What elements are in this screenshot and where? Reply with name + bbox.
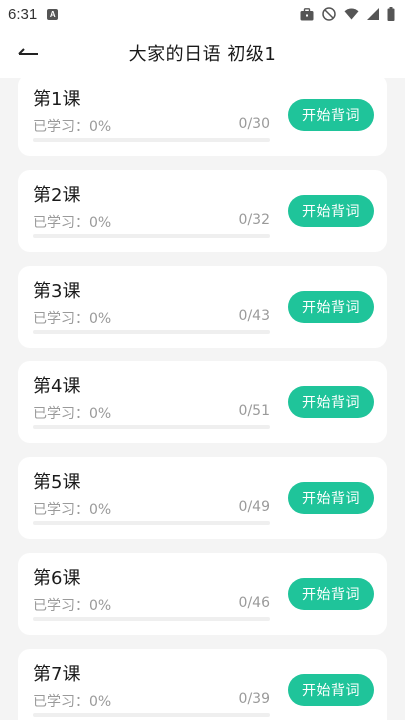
lesson-list[interactable]: 第1课 已学习：0% 0/30 开始背词 第2课 已学习：0% 0/32 开始背… [0,78,405,720]
progress-label: 已学习：0% [33,598,112,614]
lesson-title: 第1课 [33,89,81,110]
lesson-title: 第2课 [33,185,81,206]
lesson-card[interactable]: 第5课 已学习：0% 0/49 开始背词 [18,457,387,539]
status-bar: 6:31 A [0,0,405,28]
word-count: 0/51 [238,403,270,419]
lesson-card[interactable]: 第2课 已学习：0% 0/32 开始背词 [18,170,387,252]
start-memorize-button[interactable]: 开始背词 [288,578,374,610]
progress-label: 已学习：0% [33,694,112,710]
notification-a-icon: A [47,8,59,20]
progress-label: 已学习：0% [33,311,112,327]
back-arrow-icon [16,44,40,63]
lesson-card[interactable]: 第4课 已学习：0% 0/51 开始背词 [18,361,387,443]
do-not-disturb-icon [322,7,336,21]
lesson-card[interactable]: 第7课 已学习：0% 0/39 开始背词 [18,649,387,720]
lesson-title: 第7课 [33,664,81,685]
status-left: 6:31 A [8,5,59,23]
page-title: 大家的日语 初级1 [128,44,277,65]
lesson-title: 第3课 [33,281,81,302]
status-time: 6:31 [8,5,38,23]
app-bar: 大家的日语 初级1 [0,28,405,78]
progress-bar [33,521,270,525]
word-count: 0/49 [238,499,270,515]
progress-label: 已学习：0% [33,502,112,518]
lesson-title: 第5课 [33,472,81,493]
wifi-icon [344,8,359,20]
start-memorize-button[interactable]: 开始背词 [288,99,374,131]
progress-label: 已学习：0% [33,119,112,135]
start-memorize-button[interactable]: 开始背词 [288,482,374,514]
start-memorize-button[interactable]: 开始背词 [288,674,374,706]
word-count: 0/46 [238,595,270,611]
progress-bar [33,425,270,429]
progress-bar [33,330,270,334]
signal-icon [367,8,379,20]
lesson-card[interactable]: 第3课 已学习：0% 0/43 开始背词 [18,266,387,348]
lesson-title: 第4课 [33,376,81,397]
progress-bar [33,138,270,142]
back-button[interactable] [12,38,44,68]
start-memorize-button[interactable]: 开始背词 [288,386,374,418]
progress-bar [33,713,270,717]
battery-icon [387,7,395,21]
briefcase-icon [300,7,314,21]
progress-bar [33,234,270,238]
word-count: 0/32 [238,212,270,228]
status-right [300,7,395,21]
lesson-title: 第6课 [33,568,81,589]
start-memorize-button[interactable]: 开始背词 [288,195,374,227]
progress-label: 已学习：0% [33,215,112,231]
lesson-card[interactable]: 第1课 已学习：0% 0/30 开始背词 [18,78,387,156]
word-count: 0/39 [238,691,270,707]
word-count: 0/30 [238,116,270,132]
lesson-card[interactable]: 第6课 已学习：0% 0/46 开始背词 [18,553,387,635]
start-memorize-button[interactable]: 开始背词 [288,291,374,323]
word-count: 0/43 [238,308,270,324]
progress-bar [33,617,270,621]
progress-label: 已学习：0% [33,406,112,422]
